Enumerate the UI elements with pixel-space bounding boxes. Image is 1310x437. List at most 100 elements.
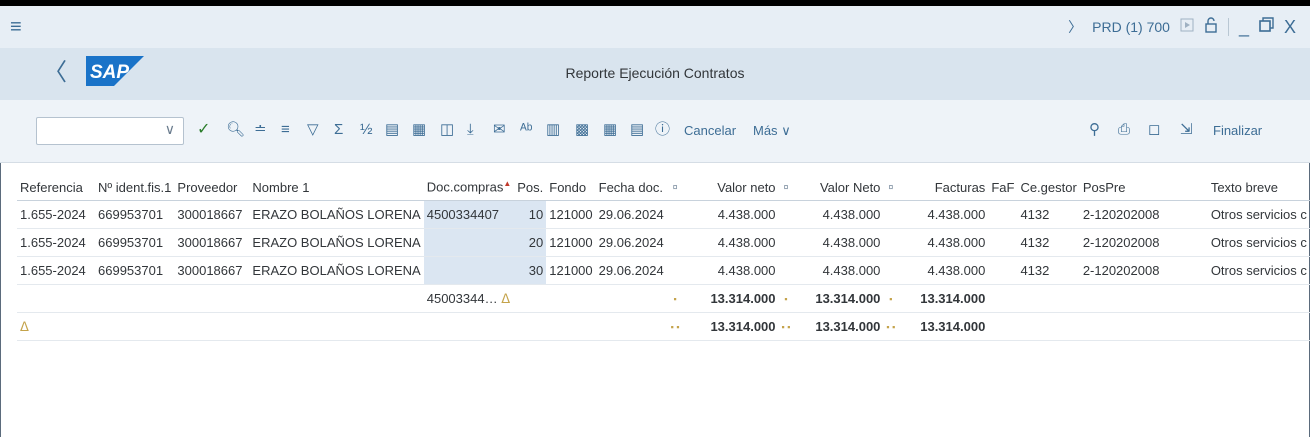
cell-texto-breve[interactable]: Otros servicios c [1207, 228, 1310, 257]
cell-texto-breve[interactable]: Otros servicios c [1207, 256, 1310, 285]
cell-facturas[interactable]: 4.438.000 [898, 228, 989, 257]
cell-referencia[interactable]: 1.655-2024 [17, 256, 95, 285]
cell-facturas[interactable]: 4.438.000 [898, 200, 989, 229]
variant-icon[interactable]: ▤ [630, 119, 644, 141]
cell-pos[interactable]: 20 [514, 228, 547, 257]
cell-referencia[interactable]: 1.655-2024 [17, 228, 95, 257]
search-icon[interactable]: ⚲ [1089, 119, 1100, 141]
more-button[interactable]: Más ∨ [753, 120, 791, 142]
layout-icon[interactable]: ▦ [603, 119, 617, 141]
chevron-right-icon[interactable]: 〉 [1068, 17, 1082, 37]
cell-facturas[interactable]: 4.438.000 [898, 256, 989, 285]
cell-pos[interactable]: 10 [514, 200, 547, 229]
command-field[interactable]: ∨ [36, 117, 184, 145]
column-header[interactable]: PosPre [1079, 174, 1208, 201]
close-icon[interactable]: X [1284, 17, 1296, 38]
cell-ce-gestor[interactable]: 4132 [1017, 200, 1080, 229]
abc-icon[interactable]: ᴬᵇ [520, 119, 532, 141]
cell-texto-breve[interactable]: Otros servicios c [1207, 200, 1310, 229]
download-icon[interactable]: ⤓ [467, 119, 474, 141]
cell-nombre[interactable]: ERAZO BOLAÑOS LORENA [249, 200, 424, 229]
cell-fecha[interactable]: 29.06.2024 [595, 228, 668, 257]
cell-pospre[interactable]: 2-120202008 [1079, 256, 1208, 285]
total-sum-icon[interactable]: ᐃ [20, 319, 29, 334]
cell-nombre[interactable]: ERAZO BOLAÑOS LORENA [249, 228, 424, 257]
cell-valor-neto[interactable]: 4.438.000 [682, 256, 779, 285]
cell-faf[interactable] [988, 200, 1018, 229]
check-icon[interactable]: ✓ [197, 119, 210, 141]
column-header[interactable]: Facturas [898, 174, 989, 201]
cell-nombre[interactable]: ERAZO BOLAÑOS LORENA [249, 256, 424, 285]
column-header[interactable]: Nombre 1 [249, 174, 424, 201]
cell-pospre[interactable]: 2-120202008 [1079, 228, 1208, 257]
cell-nif[interactable]: 669953701 [95, 228, 175, 257]
cell-valor-neto[interactable]: 4.438.000 [682, 200, 779, 229]
find-icon[interactable]: 🔍︎ [226, 119, 245, 141]
table-row[interactable]: 1.655-2024 669953701 300018667 ERAZO BOL… [17, 256, 1310, 285]
cancel-button[interactable]: Cancelar [684, 120, 736, 142]
sort-desc-icon[interactable]: ≡ [281, 119, 290, 141]
play-icon[interactable] [1180, 18, 1194, 37]
exit-icon[interactable]: ⇲ [1180, 119, 1193, 141]
cell-valor-neto[interactable]: 4.438.000 [682, 228, 779, 257]
column-header[interactable]: Texto breve [1207, 174, 1310, 201]
column-header[interactable]: Referencia [17, 174, 95, 201]
subtotal-row[interactable]: 45003344… ᐃ ▪ 13.314.000 ▪ 13.314.000 ▪ … [17, 284, 1310, 313]
email-icon[interactable]: ✉ [493, 119, 506, 141]
cell-fondo[interactable]: 121000 [546, 256, 596, 285]
cell-doc-compras[interactable] [423, 256, 515, 285]
cell-doc-compras[interactable]: 4500334407 [423, 200, 515, 229]
cell-ce-gestor[interactable]: 4132 [1017, 228, 1080, 257]
cell-proveedor[interactable]: 300018667 [174, 228, 250, 257]
cell-pospre[interactable]: 2-120202008 [1079, 200, 1208, 229]
column-header[interactable]: FaF [988, 174, 1018, 201]
hamburger-menu-icon[interactable]: ≡ [10, 17, 22, 37]
sum-icon[interactable]: Σ [334, 119, 343, 141]
column-header[interactable]: Valor neto [682, 174, 779, 201]
cell-pos[interactable]: 30 [514, 256, 547, 285]
cell-ce-gestor[interactable]: 4132 [1017, 256, 1080, 285]
cell-proveedor[interactable]: 300018667 [174, 200, 250, 229]
cell-valor-neto-2[interactable]: 4.438.000 [793, 256, 884, 285]
filter-icon[interactable]: ▽ [307, 119, 319, 141]
sort-asc-icon[interactable]: ≐ [254, 119, 267, 141]
column-header[interactable]: Fondo [546, 174, 596, 201]
print-preview-icon[interactable]: ▤ [385, 119, 399, 141]
column-header[interactable]: Ce.gestor [1017, 174, 1080, 201]
subtotal-icon[interactable]: ½ [360, 119, 373, 141]
cell-faf[interactable] [988, 256, 1018, 285]
column-header[interactable]: Nº ident.fis.1 [95, 174, 175, 201]
cell-valor-neto-2[interactable]: 4.438.000 [793, 200, 884, 229]
subtotal-sum-icon[interactable]: ᐃ [501, 291, 510, 306]
cell-faf[interactable] [988, 228, 1018, 257]
column-header[interactable]: Doc.compras▲ [423, 174, 515, 201]
cell-fecha[interactable]: 29.06.2024 [595, 200, 668, 229]
grid-icon[interactable]: ▩ [575, 119, 589, 141]
word-icon[interactable]: ◫ [440, 119, 454, 141]
cell-referencia[interactable]: 1.655-2024 [17, 200, 95, 229]
cell-doc-compras[interactable] [423, 228, 515, 257]
cell-fondo[interactable]: 121000 [546, 228, 596, 257]
cell-subtotal-doc[interactable]: 45003344… ᐃ [423, 284, 515, 313]
minimize-icon[interactable]: _ [1239, 17, 1249, 38]
total-row[interactable]: ᐃ ▪ ▪ 13.314.000 ▪ ▪ 13.314.000 ▪ ▪ 13.3… [17, 312, 1310, 341]
cell-fecha[interactable]: 29.06.2024 [595, 256, 668, 285]
table-row[interactable]: 1.655-2024 669953701 300018667 ERAZO BOL… [17, 228, 1310, 257]
cell-nif[interactable]: 669953701 [95, 256, 175, 285]
column-header[interactable]: Proveedor [174, 174, 250, 201]
screen-icon[interactable]: ◻ [1148, 119, 1160, 141]
column-header[interactable]: Fecha doc. [595, 174, 668, 201]
chevron-down-icon[interactable]: ∨ [165, 121, 175, 138]
cell-valor-neto-2[interactable]: 4.438.000 [793, 228, 884, 257]
print-icon[interactable]: ⎙ [1118, 119, 1130, 141]
cell-proveedor[interactable]: 300018667 [174, 256, 250, 285]
cell-nif[interactable]: 669953701 [95, 200, 175, 229]
cell-fondo[interactable]: 121000 [546, 200, 596, 229]
column-header[interactable]: Valor Neto [793, 174, 884, 201]
export-icon[interactable]: ▦ [412, 119, 426, 141]
table-row[interactable]: 1.655-2024 669953701 300018667 ERAZO BOL… [17, 200, 1310, 229]
exit-button[interactable]: Finalizar [1213, 120, 1262, 142]
info-icon[interactable]: ⓘ [655, 119, 670, 141]
column-header[interactable]: Pos. [514, 174, 547, 201]
chart-icon[interactable]: ▥ [546, 119, 560, 141]
